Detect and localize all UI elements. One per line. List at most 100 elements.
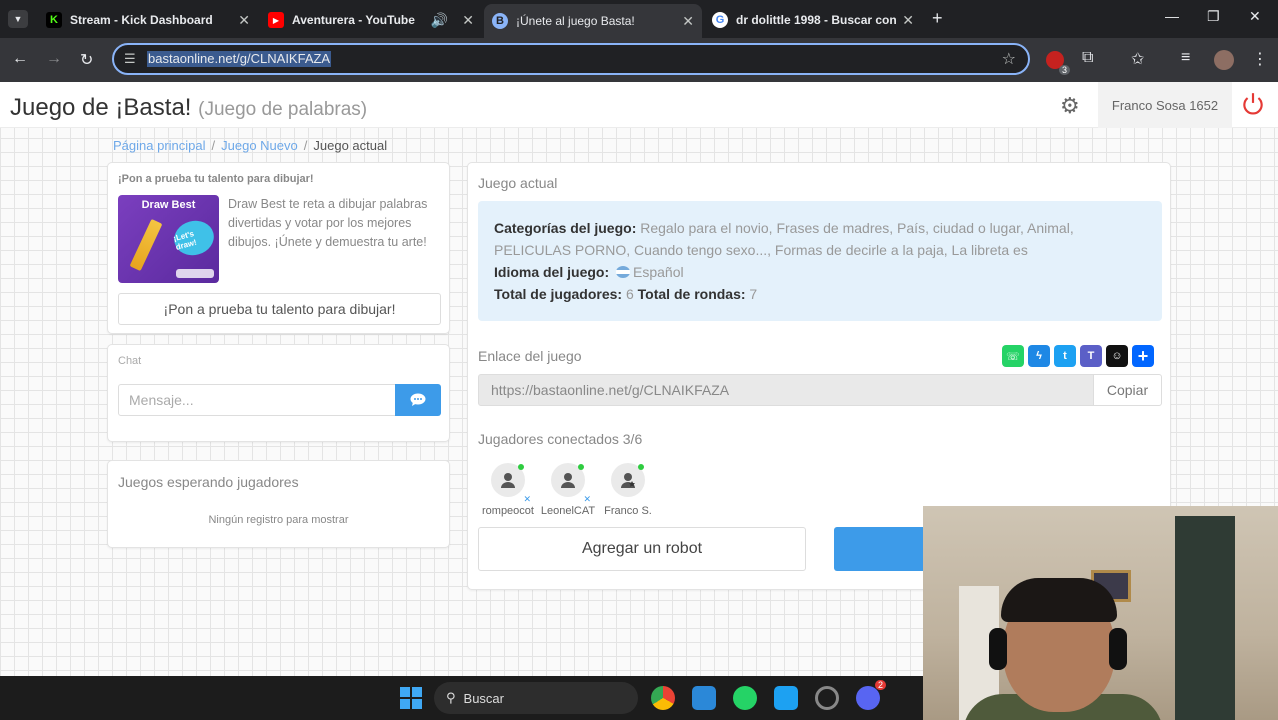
waiting-games-card: Juegos esperando jugadores Ningún regist… [107, 460, 450, 548]
tab-basta-active[interactable]: B ¡Únete al juego Basta! ✕ [484, 4, 702, 38]
extensions-puzzle-icon[interactable]: ⧉ [1082, 49, 1093, 67]
chrome-icon[interactable] [651, 686, 675, 710]
user-name[interactable]: Franco Sosa 1652 [1098, 82, 1232, 128]
language-label: Idioma del juego: [494, 264, 610, 280]
reload-icon[interactable]: ↻ [80, 50, 93, 70]
tab-google[interactable]: G dr dolittle 1998 - Buscar con Go ✕ [704, 6, 922, 34]
site-title[interactable]: Juego de ¡Basta! (Juego de palabras) [10, 94, 367, 122]
player-name: rompeocot [482, 505, 534, 517]
search-icon: ⚲ [446, 690, 456, 705]
language-row: Idioma del juego: Español [494, 261, 1146, 283]
online-indicator [638, 464, 644, 470]
chat-send-button[interactable] [395, 384, 441, 416]
new-tab-button[interactable]: + [932, 8, 943, 29]
obs-icon[interactable] [815, 686, 839, 710]
kick-player-icon[interactable]: ✕ [523, 494, 531, 505]
waiting-games-title: Juegos esperando jugadores [118, 474, 299, 490]
settings-gear-icon[interactable]: ⚙ [1060, 93, 1080, 119]
site-subtitle: (Juego de palabras) [198, 99, 368, 120]
add-robot-button[interactable]: Agregar un robot [478, 527, 806, 571]
media-control-icon[interactable]: ≡ [1181, 49, 1190, 67]
ad-image-title: Draw Best [141, 199, 196, 211]
draw-best-image[interactable]: Draw Best ¡Let's draw! [118, 195, 219, 283]
headphones-left [989, 628, 1007, 670]
profile-avatar[interactable] [1214, 50, 1234, 70]
breadcrumb-current: Juego actual [313, 138, 388, 153]
players-total-value: 6 [625, 286, 634, 302]
close-window-icon[interactable]: ✕ [1249, 8, 1261, 25]
power-icon[interactable] [1240, 91, 1266, 117]
bookmarks-icon[interactable]: ✩ [1131, 49, 1144, 69]
close-tab-icon[interactable]: ✕ [238, 12, 250, 29]
current-game-title: Juego actual [478, 175, 558, 191]
rounds-value: 7 [749, 286, 758, 302]
snapchat-icon[interactable]: ☺ [1106, 345, 1128, 367]
chat-message-input[interactable]: Mensaje... [118, 384, 396, 416]
taskbar-search-label: Buscar [463, 690, 504, 706]
categories-label: Categorías del juego: [494, 220, 637, 236]
breadcrumb-home-link[interactable]: Página principal [113, 138, 206, 153]
breadcrumb-new-game-link[interactable]: Juego Nuevo [221, 138, 298, 153]
tab-search-button[interactable]: ▼ [8, 10, 28, 28]
chat-title: Chat [118, 355, 142, 367]
taskbar-search[interactable]: ⚲ Buscar [434, 682, 638, 714]
discord-icon[interactable]: 2 [856, 680, 886, 710]
minimize-icon[interactable]: — [1165, 8, 1179, 24]
argentina-flag-icon [616, 266, 631, 278]
close-tab-icon[interactable]: ✕ [682, 13, 694, 30]
connected-players-label: Jugadores conectados 3/6 [478, 431, 643, 447]
speaker-icon[interactable]: 🔊 [431, 12, 448, 29]
monitor-app-icon[interactable] [692, 686, 716, 710]
address-bar[interactable]: ☰ bastaonline.net/g/CLNAIKFAZA ☆ [112, 43, 1030, 75]
whatsapp-taskbar-icon[interactable] [733, 686, 757, 710]
menu-dots-icon[interactable]: ⋮ [1252, 49, 1268, 69]
player-name: LeonelCAT [540, 505, 596, 517]
extension-badge: 3 [1058, 65, 1070, 75]
close-tab-icon[interactable]: ✕ [462, 12, 474, 29]
youtube-icon: ▶ [268, 12, 284, 28]
tab-youtube[interactable]: ▶ Aventurera - YouTube 🔊 ✕ [260, 6, 482, 34]
chat-bubble-icon [410, 393, 426, 406]
ad-image-footer [176, 269, 214, 278]
site-info-icon[interactable]: ☰ [124, 51, 136, 67]
url-text[interactable]: bastaonline.net/g/CLNAIKFAZA [147, 51, 332, 67]
windows-taskbar: ⚲ Buscar 2 [0, 676, 923, 720]
tab-title: Aventurera - YouTube [292, 13, 415, 27]
webcam-person-hair [1001, 578, 1117, 622]
kick-player-icon[interactable]: ✕ [583, 494, 591, 505]
copy-link-button[interactable]: Copiar [1093, 374, 1162, 406]
pencil-graphic [129, 218, 163, 272]
ad-cta-button[interactable]: ¡Pon a prueba tu talento para dibujar! [118, 293, 441, 325]
whatsapp-icon[interactable]: ☏ [1002, 345, 1024, 367]
site-header: Juego de ¡Basta! (Juego de palabras) ⚙ F… [0, 82, 1278, 128]
headphones-right [1109, 628, 1127, 670]
tab-title: dr dolittle 1998 - Buscar con Go [736, 13, 897, 27]
close-tab-icon[interactable]: ✕ [902, 12, 914, 29]
twitter-taskbar-icon[interactable] [774, 686, 798, 710]
twitter-icon[interactable]: t [1054, 345, 1076, 367]
forward-icon[interactable]: → [46, 50, 62, 68]
tab-kick[interactable]: K Stream - Kick Dashboard ✕ [38, 6, 258, 34]
browser-toolbar: ← → ↻ ☰ bastaonline.net/g/CLNAIKFAZA ☆ 3… [0, 38, 1278, 82]
windows-start-icon[interactable] [400, 687, 422, 709]
webcam-overlay [923, 506, 1278, 720]
game-link-input[interactable]: https://bastaonline.net/g/CLNAIKFAZA [478, 374, 1094, 406]
back-icon[interactable]: ← [12, 50, 28, 68]
restore-icon[interactable]: ❐ [1207, 8, 1220, 25]
online-indicator [518, 464, 524, 470]
player-item: ✕ rompeocot [476, 463, 540, 517]
google-icon: G [712, 12, 728, 28]
ad-description: Draw Best te reta a dibujar palabras div… [228, 197, 428, 249]
teams-icon[interactable]: T [1080, 345, 1102, 367]
browser-tab-strip: ▼ K Stream - Kick Dashboard ✕ ▶ Aventure… [0, 0, 1278, 38]
ad-title: ¡Pon a prueba tu talento para dibujar! [118, 173, 314, 185]
breadcrumb-separator: / [303, 138, 308, 153]
share-plus-icon[interactable]: + [1132, 345, 1154, 367]
messenger-icon[interactable]: ϟ [1028, 345, 1050, 367]
extension-icon[interactable]: 3 [1046, 51, 1070, 75]
player-item: ✕ LeonelCAT [536, 463, 600, 517]
bookmark-star-icon[interactable]: ☆ [1002, 49, 1016, 69]
online-indicator [578, 464, 584, 470]
player-item: Franco S. [596, 463, 660, 517]
totals-row: Total de jugadores: 6 Total de rondas: 7 [494, 283, 1146, 305]
